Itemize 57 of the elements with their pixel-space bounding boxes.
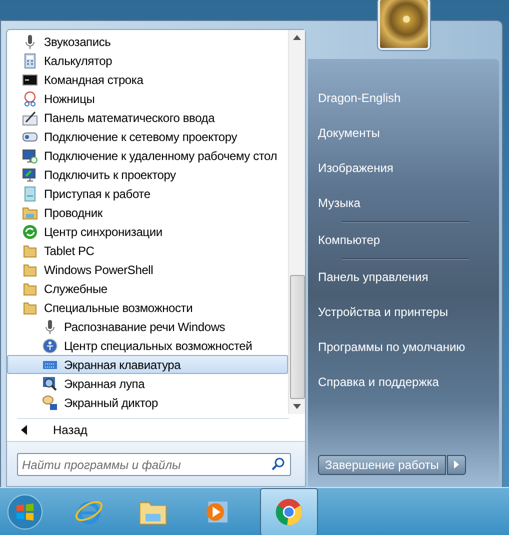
- sync-icon: [22, 224, 38, 240]
- folder-icon: [22, 300, 38, 316]
- scroll-up-icon[interactable]: [293, 35, 301, 40]
- program-item[interactable]: Экранная клавиатура: [7, 355, 288, 374]
- program-item[interactable]: Windows PowerShell: [7, 260, 288, 279]
- window-icon: [22, 186, 38, 202]
- taskbar-button[interactable]: [260, 488, 318, 535]
- accessibility-icon: [42, 338, 58, 354]
- speech-bubble-icon: [42, 394, 58, 410]
- program-item[interactable]: Подключение к сетевому проектору: [7, 127, 288, 146]
- program-item[interactable]: Специальные возможности: [7, 298, 288, 317]
- terminal-icon: [22, 72, 38, 88]
- windows-logo-icon: [6, 492, 44, 530]
- shutdown-options-button[interactable]: [446, 455, 466, 475]
- search-icon: [271, 457, 285, 471]
- back-arrow-icon: [21, 425, 27, 435]
- pen-tablet-icon: [22, 110, 38, 126]
- folder-icon: [22, 262, 38, 278]
- menu-link[interactable]: Устройства и принтеры: [318, 295, 499, 330]
- monitor-icon: [22, 166, 38, 182]
- program-item[interactable]: Центр синхронизации: [7, 222, 288, 241]
- right-arrow-icon: [454, 460, 459, 469]
- calculator-icon: [22, 52, 38, 68]
- magnifier-icon: [42, 376, 58, 392]
- program-item[interactable]: Проводник: [7, 203, 288, 222]
- menu-link[interactable]: Изображения: [318, 151, 499, 186]
- program-item[interactable]: Калькулятор: [7, 51, 288, 70]
- menu-link[interactable]: Компьютер: [318, 223, 499, 258]
- program-item[interactable]: Центр специальных возможностей: [7, 336, 288, 355]
- program-item[interactable]: Командная строка: [7, 70, 288, 89]
- program-item[interactable]: Ножницы: [7, 89, 288, 108]
- program-item[interactable]: Приступая к работе: [7, 184, 288, 203]
- program-item[interactable]: Панель математического ввода: [7, 108, 288, 127]
- scrollbar[interactable]: [288, 30, 305, 414]
- monitor-icon: [22, 148, 38, 164]
- program-item[interactable]: Экранная лупа: [7, 374, 288, 393]
- program-item[interactable]: Звукозапись: [7, 32, 288, 51]
- search-field[interactable]: Найти программы и файлы: [17, 453, 291, 476]
- scroll-down-icon[interactable]: [293, 404, 301, 409]
- menu-link[interactable]: Документы: [318, 116, 499, 151]
- scrollbar-thumb[interactable]: [290, 275, 304, 399]
- menu-link[interactable]: Справка и поддержка: [318, 365, 499, 400]
- program-item[interactable]: Служебные: [7, 279, 288, 298]
- user-picture[interactable]: [378, 0, 430, 50]
- scissors-icon: [22, 90, 38, 106]
- menu-link[interactable]: Музыка: [318, 186, 499, 221]
- folder-icon: [22, 280, 38, 296]
- menu-link[interactable]: Панель управления: [318, 260, 499, 295]
- program-item[interactable]: Подключить к проектору: [7, 165, 288, 184]
- program-item[interactable]: Tablet PC: [7, 241, 288, 260]
- program-item[interactable]: Экранный диктор: [7, 393, 288, 412]
- folder-icon: [22, 242, 38, 258]
- program-item[interactable]: Подключение к удаленному рабочему стол: [7, 146, 288, 165]
- program-item[interactable]: Распознавание речи Windows: [7, 317, 288, 336]
- folder-icon: [22, 204, 38, 220]
- menu-link[interactable]: Программы по умолчанию: [318, 330, 499, 365]
- chrome-logo-icon: [274, 496, 304, 526]
